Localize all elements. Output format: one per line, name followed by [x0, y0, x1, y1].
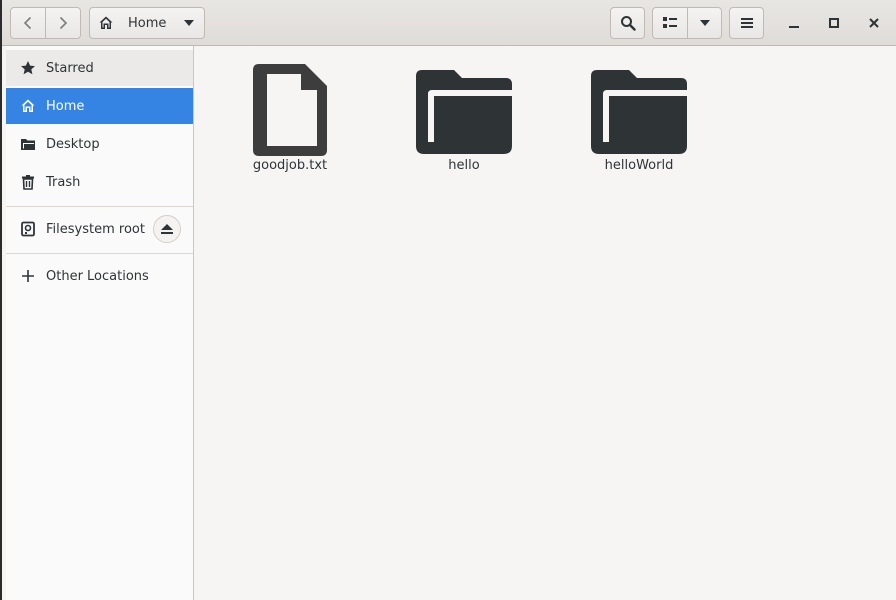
- sidebar-item-desktop[interactable]: Desktop: [6, 126, 193, 162]
- sidebar-item-label: Starred: [46, 60, 94, 76]
- folder-name: helloWorld: [604, 158, 674, 173]
- folder-name: hello: [448, 158, 480, 173]
- sidebar-item-label: Filesystem root: [46, 221, 145, 237]
- trash-icon: [20, 174, 36, 190]
- list-view-icon: [663, 17, 677, 28]
- home-icon: [99, 16, 113, 29]
- search-button[interactable]: [610, 7, 645, 39]
- sidebar-separator: [6, 253, 193, 254]
- folder-item[interactable]: hello: [404, 64, 524, 173]
- file-name: goodjob.txt: [252, 158, 328, 173]
- file-item[interactable]: goodjob.txt: [230, 64, 350, 173]
- drive-icon: [20, 221, 36, 237]
- file-view: goodjob.txt hello helloWorld: [194, 46, 896, 600]
- close-button[interactable]: [858, 7, 890, 39]
- text-file-icon: [242, 64, 338, 156]
- sidebar-separator: [6, 206, 193, 207]
- folder-icon: [591, 64, 687, 156]
- home-icon: [20, 98, 36, 114]
- places-sidebar: Starred Home Desktop Trash Filesystem ro…: [6, 46, 194, 600]
- chevron-right-icon: [59, 16, 68, 30]
- minimize-button[interactable]: [778, 7, 810, 39]
- close-icon: [869, 18, 879, 28]
- chevron-left-icon: [23, 16, 32, 30]
- sidebar-item-other-locations[interactable]: Other Locations: [6, 258, 193, 294]
- star-icon: [20, 60, 36, 76]
- plus-icon: [20, 268, 36, 284]
- sidebar-item-label: Other Locations: [46, 268, 149, 284]
- path-bar-home-button[interactable]: Home: [89, 7, 205, 39]
- back-button[interactable]: [10, 7, 46, 39]
- folder-icon: [20, 136, 36, 152]
- minimize-icon: [789, 26, 799, 28]
- eject-button[interactable]: [153, 215, 181, 243]
- sidebar-item-label: Home: [46, 98, 85, 114]
- search-icon: [620, 16, 636, 31]
- view-mode-button[interactable]: [652, 7, 688, 39]
- forward-button[interactable]: [45, 7, 81, 39]
- main-menu-button[interactable]: [729, 7, 764, 39]
- file-manager-window: Home Starred Home Desktop Trash Filesyst…: [2, 0, 896, 600]
- sidebar-item-home[interactable]: Home: [6, 88, 193, 124]
- sidebar-item-label: Desktop: [46, 136, 100, 152]
- header-bar: Home: [2, 0, 896, 46]
- path-bar-label: Home: [128, 15, 167, 31]
- eject-icon: [161, 224, 173, 234]
- sidebar-item-filesystem-root[interactable]: Filesystem root: [6, 211, 193, 247]
- sidebar-item-trash[interactable]: Trash: [6, 164, 193, 200]
- sidebar-item-starred[interactable]: Starred: [6, 50, 193, 86]
- folder-icon: [416, 64, 512, 156]
- maximize-button[interactable]: [818, 7, 850, 39]
- folder-item[interactable]: helloWorld: [579, 64, 699, 173]
- dropdown-arrow-icon: [184, 20, 194, 26]
- view-options-button[interactable]: [687, 7, 722, 39]
- hamburger-menu-icon: [740, 18, 753, 28]
- maximize-icon: [829, 18, 839, 28]
- chevron-down-icon: [699, 20, 710, 26]
- sidebar-item-label: Trash: [46, 174, 81, 190]
